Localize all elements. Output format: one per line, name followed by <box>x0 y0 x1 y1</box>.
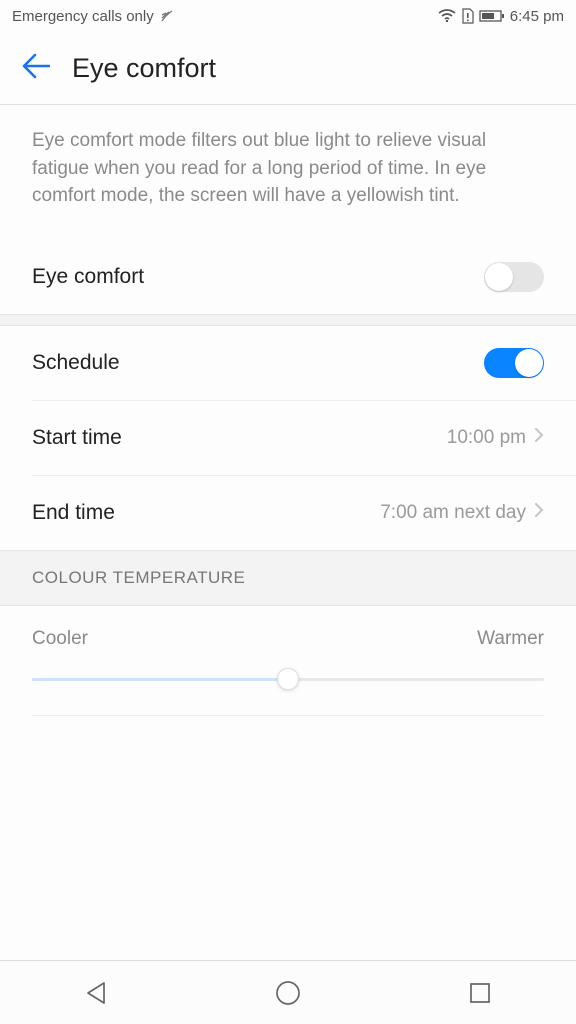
chevron-right-icon <box>534 502 544 524</box>
end-time-value: 7:00 am next day <box>380 502 526 524</box>
eye-comfort-toggle[interactable] <box>484 262 544 292</box>
start-time-row[interactable]: Start time 10:00 pm <box>0 401 576 475</box>
temperature-slider-row: Cooler Warmer <box>0 606 576 681</box>
row-separator <box>32 715 544 716</box>
nav-recent-button[interactable] <box>448 969 512 1017</box>
back-arrow-icon[interactable] <box>20 52 50 85</box>
colour-temperature-header: COLOUR TEMPERATURE <box>0 550 576 606</box>
status-bar-right: 6:45 pm <box>438 8 564 25</box>
temperature-slider[interactable] <box>32 678 544 681</box>
navigation-bar <box>0 960 576 1024</box>
wifi-icon <box>438 9 456 23</box>
page-title: Eye comfort <box>72 53 216 84</box>
end-time-row[interactable]: End time 7:00 am next day <box>0 476 576 550</box>
nav-back-button[interactable] <box>64 969 128 1017</box>
network-status-text: Emergency calls only <box>12 8 154 25</box>
eye-comfort-row: Eye comfort <box>0 240 576 314</box>
sim-alert-icon <box>461 8 474 24</box>
status-bar: Emergency calls only 6:45 pm <box>0 0 576 32</box>
page-header: Eye comfort <box>0 32 576 104</box>
warmer-label: Warmer <box>477 628 544 650</box>
slider-fill <box>32 678 288 681</box>
schedule-row: Schedule <box>0 326 576 400</box>
cooler-label: Cooler <box>32 628 88 650</box>
schedule-toggle[interactable] <box>484 348 544 378</box>
chevron-right-icon <box>534 427 544 449</box>
slider-thumb[interactable] <box>277 668 299 690</box>
end-time-label: End time <box>32 501 115 525</box>
signal-icon <box>160 9 176 23</box>
start-time-label: Start time <box>32 426 122 450</box>
section-gap <box>0 314 576 326</box>
schedule-label: Schedule <box>32 351 120 375</box>
status-bar-left: Emergency calls only <box>12 8 176 25</box>
start-time-value: 10:00 pm <box>447 427 526 449</box>
nav-home-button[interactable] <box>256 969 320 1017</box>
status-time: 6:45 pm <box>510 8 564 25</box>
battery-icon <box>479 9 505 23</box>
description-text: Eye comfort mode filters out blue light … <box>0 105 576 240</box>
eye-comfort-label: Eye comfort <box>32 265 144 289</box>
